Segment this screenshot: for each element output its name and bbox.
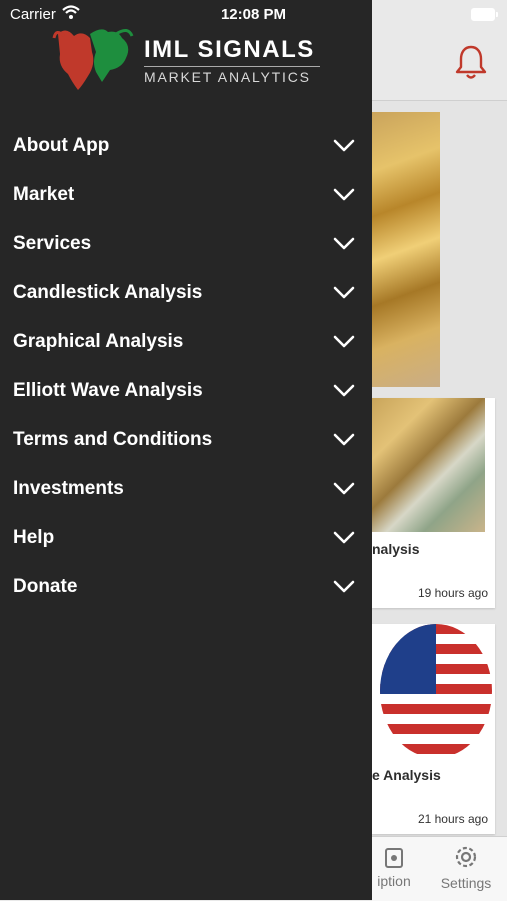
tab-settings[interactable]: Settings (434, 843, 498, 891)
chevron-down-icon (333, 482, 355, 501)
news-card[interactable]: e Analysis 21 hours ago (372, 624, 495, 834)
chevron-down-icon (333, 237, 355, 256)
bull-bear-logo-icon (52, 24, 134, 94)
menu-item-donate[interactable]: Donate (0, 563, 372, 612)
menu-item-label: Candlestick Analysis (13, 282, 203, 303)
card-title: nalysis (372, 541, 420, 557)
menu-item-label: Terms and Conditions (13, 429, 213, 450)
bell-icon[interactable] (454, 43, 488, 86)
card-time: 21 hours ago (417, 812, 488, 826)
menu-item-label: Market (13, 184, 75, 205)
menu-item-help[interactable]: Help (0, 514, 372, 563)
card-image (372, 398, 485, 532)
chevron-down-icon (333, 188, 355, 207)
app-logo: IML SIGNALS MARKET ANALYTICS (52, 24, 332, 94)
tab-label: Settings (440, 875, 492, 891)
tab-subscription[interactable]: iption (364, 843, 424, 889)
menu-item-market[interactable]: Market (0, 171, 372, 220)
chevron-down-icon (333, 335, 355, 354)
chevron-down-icon (333, 531, 355, 550)
logo-name: IML SIGNALS (144, 36, 315, 63)
featured-image[interactable] (372, 112, 440, 387)
drawer-menu: About App Market Services Candlestick An… (0, 122, 372, 612)
menu-item-label: Services (13, 233, 92, 254)
card-title: e Analysis (372, 767, 441, 783)
logo-tagline: MARKET ANALYTICS (144, 69, 311, 85)
menu-item-label: Donate (13, 576, 78, 597)
logo-divider (144, 66, 320, 67)
menu-item-terms-and-conditions[interactable]: Terms and Conditions (0, 416, 372, 465)
clock: 12:08 PM (220, 6, 287, 23)
card-time: 19 hours ago (417, 586, 488, 600)
subscription-icon (364, 843, 424, 869)
tab-bar: iption Settings (372, 836, 507, 901)
chevron-down-icon (333, 580, 355, 599)
gear-icon (434, 843, 498, 871)
menu-item-graphical-analysis[interactable]: Graphical Analysis (0, 318, 372, 367)
side-drawer: IML SIGNALS MARKET ANALYTICS About App M… (0, 0, 372, 900)
menu-item-label: About App (13, 135, 110, 156)
menu-item-label: Investments (13, 478, 124, 499)
tab-label: iption (377, 873, 411, 889)
chevron-down-icon (333, 286, 355, 305)
news-card[interactable]: nalysis 19 hours ago (372, 398, 495, 608)
menu-item-label: Graphical Analysis (13, 331, 184, 352)
menu-item-about-app[interactable]: About App (0, 122, 372, 171)
chevron-down-icon (333, 139, 355, 158)
menu-item-investments[interactable]: Investments (0, 465, 372, 514)
us-flag-image (380, 624, 492, 758)
chevron-down-icon (333, 433, 355, 452)
battery-icon (471, 8, 498, 21)
menu-item-label: Elliott Wave Analysis (13, 380, 203, 401)
menu-item-elliott-wave-analysis[interactable]: Elliott Wave Analysis (0, 367, 372, 416)
chevron-down-icon (333, 384, 355, 403)
menu-item-label: Help (13, 527, 55, 548)
status-bar: Carrier 12:08 PM (0, 0, 507, 28)
menu-item-candlestick-analysis[interactable]: Candlestick Analysis (0, 269, 372, 318)
menu-item-services[interactable]: Services (0, 220, 372, 269)
